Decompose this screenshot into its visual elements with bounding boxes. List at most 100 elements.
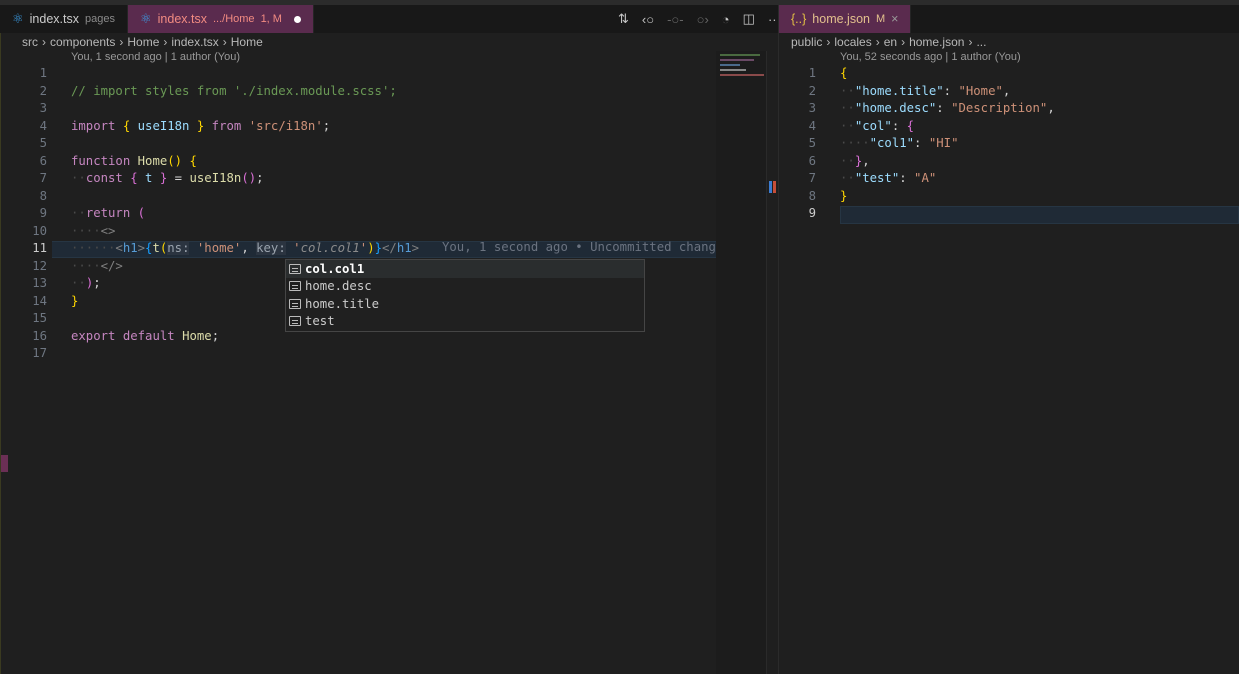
code-token: default (122, 328, 183, 343)
code-token: : (936, 101, 952, 115)
code-token: t (152, 241, 160, 255)
breadcrumb-item[interactable]: ... (976, 35, 986, 49)
code-token: return (85, 206, 138, 220)
breadcrumb-item[interactable]: src (22, 35, 38, 49)
code-token: import (71, 118, 123, 133)
vertical-scrollbar[interactable] (766, 51, 778, 674)
code-token: < (115, 241, 123, 255)
code-line: // import styles from './index.module.sc… (71, 83, 419, 101)
code-line: function Home() { (71, 153, 419, 171)
codelens-blame[interactable]: You, 1 second ago | 1 author (You) (71, 51, 240, 63)
code-token: > (137, 241, 146, 255)
chevron-right-icon: › (119, 35, 124, 49)
breadcrumb-item[interactable]: public (791, 35, 822, 49)
go-back-icon[interactable]: ‹○ (642, 12, 654, 27)
code-editor-right[interactable]: {··"home.title": "Home", ··"home.desc": "… (840, 65, 1055, 223)
code-token: () { (167, 153, 197, 168)
tab-status: 1, M (260, 13, 282, 25)
breadcrumb-item[interactable]: components (50, 35, 115, 49)
line-number: 13 (32, 276, 47, 290)
breadcrumb-item[interactable]: Home (127, 35, 159, 49)
code-token: : (891, 118, 907, 133)
close-icon[interactable]: × (891, 12, 898, 26)
code-token: h1 (396, 241, 412, 255)
code-token: "home.title" (854, 83, 944, 98)
code-token: 'src/i18n' (248, 118, 323, 133)
chevron-right-icon: › (875, 35, 880, 49)
code-token: , (1002, 83, 1011, 98)
code-token: <> (100, 223, 116, 238)
code-line: ····"col1": "HI" (840, 135, 1055, 153)
text-icon (289, 298, 301, 309)
tab-index-pages[interactable]: ⚛ index.tsx pages (0, 5, 128, 33)
suggestion-label: home.title (305, 296, 380, 311)
line-number: 6 (808, 153, 816, 168)
suggestion-item[interactable]: home.desc (286, 278, 644, 296)
code-token: ·· (840, 118, 855, 133)
breadcrumb-item[interactable]: home.json (909, 35, 964, 49)
code-token: } (189, 118, 205, 133)
split-divider[interactable] (778, 5, 779, 674)
code-token: > (411, 241, 420, 255)
line-number: 1 (39, 66, 47, 80)
code-token: { (130, 171, 146, 185)
minimap[interactable] (716, 51, 766, 674)
code-token: ·· (71, 171, 86, 185)
code-token: "Home" (958, 83, 1003, 98)
tab-index-home[interactable]: ⚛ index.tsx .../Home 1, M (127, 5, 314, 33)
suggestion-label: home.desc (305, 279, 372, 294)
suggestion-item[interactable]: test (286, 313, 644, 331)
code-token: { (906, 118, 915, 133)
code-token: "A" (914, 171, 937, 185)
code-token: "home.desc" (854, 101, 937, 115)
breadcrumb-item[interactable]: en (884, 35, 897, 49)
code-token: } (374, 241, 383, 255)
code-token: = (167, 171, 190, 185)
react-icon: ⚛ (139, 11, 152, 26)
line-number: 4 (808, 118, 816, 133)
go-forward-icon[interactable]: ○› (697, 12, 709, 27)
line-number: 10 (32, 223, 47, 238)
line-number: 17 (32, 346, 47, 360)
timeline-icon[interactable]: ◔ (722, 12, 730, 27)
breadcrumb-item[interactable]: Home (231, 35, 263, 49)
code-token: ···· (840, 136, 870, 150)
split-editor-icon[interactable]: ◫ (743, 11, 755, 27)
text-icon (289, 263, 301, 274)
code-token: ; (256, 171, 264, 185)
code-line: ··"col": { (840, 118, 1055, 136)
code-token: ' (293, 241, 301, 255)
tab-home-json[interactable]: {..} home.json M × (779, 5, 912, 33)
codelens-blame[interactable]: You, 52 seconds ago | 1 author (You) (840, 51, 1021, 63)
code-line: ····<> (71, 223, 419, 241)
code-token: ···· (71, 258, 101, 273)
line-number: 6 (39, 153, 47, 168)
breadcrumb-item[interactable]: index.tsx (171, 35, 218, 49)
code-token: { (840, 66, 848, 80)
code-token: ·· (840, 101, 855, 115)
compare-changes-icon[interactable]: ⇅ (618, 11, 629, 27)
code-line: } (840, 188, 1055, 206)
unsaved-dot-icon[interactable] (293, 15, 301, 23)
right-tab-bar: {..} home.json M × (779, 5, 1239, 33)
react-icon: ⚛ (12, 11, 24, 26)
code-token: ) (367, 241, 375, 255)
line-number: 2 (39, 83, 47, 98)
code-token: ; (211, 328, 220, 343)
code-token: function (71, 153, 138, 168)
code-token: : (899, 171, 915, 185)
suggestion-item[interactable]: home.title (286, 295, 644, 313)
left-border (0, 33, 1, 674)
breadcrumb-item[interactable]: locales (834, 35, 871, 49)
suggestion-item[interactable]: col.col1 (286, 260, 644, 278)
line-number: 9 (39, 206, 47, 220)
circle-icon[interactable]: -○- (667, 12, 684, 27)
text-icon (289, 281, 301, 292)
code-token: { (122, 118, 138, 133)
code-token: ; (322, 118, 331, 133)
breadcrumb: public › locales › en › home.json ›... (791, 34, 986, 50)
